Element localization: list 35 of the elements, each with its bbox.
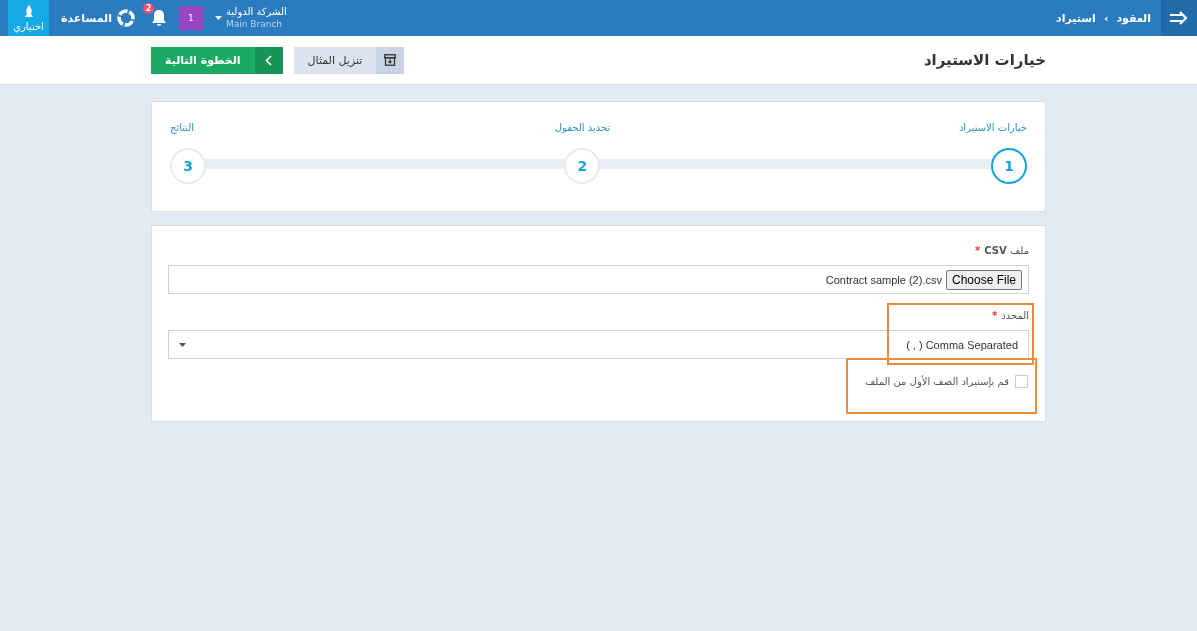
- rocket-icon: [23, 4, 34, 18]
- caret-icon: [214, 16, 222, 20]
- menu-toggle-button[interactable]: [1161, 0, 1197, 36]
- help-link[interactable]: المساعدة: [61, 9, 135, 27]
- delimiter-select[interactable]: ( , ) Comma Separated: [168, 330, 1029, 359]
- step-circle[interactable]: 2: [564, 148, 601, 184]
- arrow-icon: [1170, 11, 1188, 25]
- optional-tab[interactable]: اختياري: [8, 0, 49, 36]
- breadcrumb-link[interactable]: استيراد: [1056, 11, 1096, 25]
- field-label: المحدد: [1001, 310, 1029, 321]
- chevron-left-icon: [265, 54, 273, 66]
- notifications-button[interactable]: [150, 8, 167, 28]
- bell-icon: [150, 9, 167, 27]
- breadcrumb-separator: ›: [1103, 11, 1109, 25]
- step-label: خيارات الاستيراد: [958, 122, 1027, 133]
- required-mark: *: [975, 245, 981, 256]
- user-badge[interactable]: 1: [178, 6, 203, 30]
- choose-file-button[interactable]: Choose File: [945, 269, 1022, 290]
- required-mark: *: [992, 310, 998, 321]
- download-sample-button[interactable]: تنزيل المثال: [293, 46, 405, 74]
- archive-icon: [384, 54, 397, 66]
- page-title: خيارات الاستيراد: [923, 51, 1046, 69]
- breadcrumb-link[interactable]: العقود: [1116, 11, 1151, 25]
- step-circle[interactable]: 1: [991, 148, 1027, 184]
- file-name: Contract sample (2).csv: [825, 273, 942, 286]
- step-label: النتائج: [170, 122, 195, 133]
- checkbox-label: قم بإستيراد الصف الأول من الملف: [865, 376, 1009, 387]
- next-step-button[interactable]: الخطوة التالية: [151, 46, 283, 74]
- notification-count: 2: [142, 3, 154, 14]
- lifebuoy-icon: [116, 9, 135, 27]
- step-circle[interactable]: 3: [170, 148, 206, 184]
- file-input[interactable]: Contract sample (2).csv Choose File: [168, 265, 1029, 294]
- step-label: تحديد الحقول: [554, 122, 611, 133]
- checkbox[interactable]: [1015, 375, 1028, 388]
- dropdown-caret-icon: [179, 342, 186, 347]
